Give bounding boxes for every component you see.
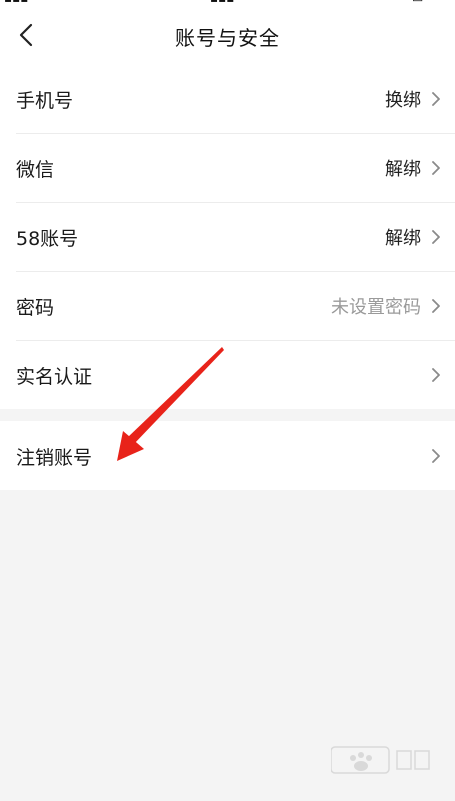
row-real-name-verification[interactable]: 实名认证	[0, 340, 455, 409]
row-label: 58账号	[16, 228, 79, 250]
settings-group: 手机号 换绑 微信 解绑 58账号 解绑 密码 未设置密码 实名认证	[0, 64, 455, 409]
chevron-right-icon	[432, 230, 440, 244]
chevron-right-icon	[432, 368, 440, 382]
signal-fragment: ▪▪▪	[4, 0, 28, 5]
watermark-logo-icon	[331, 746, 430, 774]
row-label: 实名认证	[16, 366, 93, 388]
password-status: 未设置密码	[331, 297, 421, 318]
unbind-58-link[interactable]: 解绑	[385, 224, 421, 250]
row-wechat[interactable]: 微信 解绑	[0, 133, 455, 202]
row-label: 密码	[16, 297, 55, 319]
page-title: 账号与安全	[175, 26, 280, 50]
row-phone[interactable]: 手机号 换绑	[0, 64, 455, 133]
chevron-right-icon	[432, 161, 440, 175]
battery-icon: ▭	[412, 0, 423, 5]
unbind-wechat-link[interactable]: 解绑	[385, 155, 421, 181]
row-password[interactable]: 密码 未设置密码	[0, 271, 455, 340]
row-58-account[interactable]: 58账号 解绑	[0, 202, 455, 271]
rebind-phone-link[interactable]: 换绑	[385, 86, 421, 112]
row-cancel-account[interactable]: 注销账号	[0, 421, 455, 490]
row-label: 手机号	[16, 90, 74, 112]
chevron-right-icon	[432, 92, 440, 106]
nav-bar: 账号与安全	[0, 6, 455, 64]
chevron-right-icon	[432, 299, 440, 313]
row-label: 注销账号	[16, 447, 93, 469]
row-label: 微信	[16, 159, 55, 181]
danger-group: 注销账号	[0, 421, 455, 490]
chevron-right-icon	[432, 449, 440, 463]
time-fragment: ▪▪▪	[210, 0, 234, 5]
